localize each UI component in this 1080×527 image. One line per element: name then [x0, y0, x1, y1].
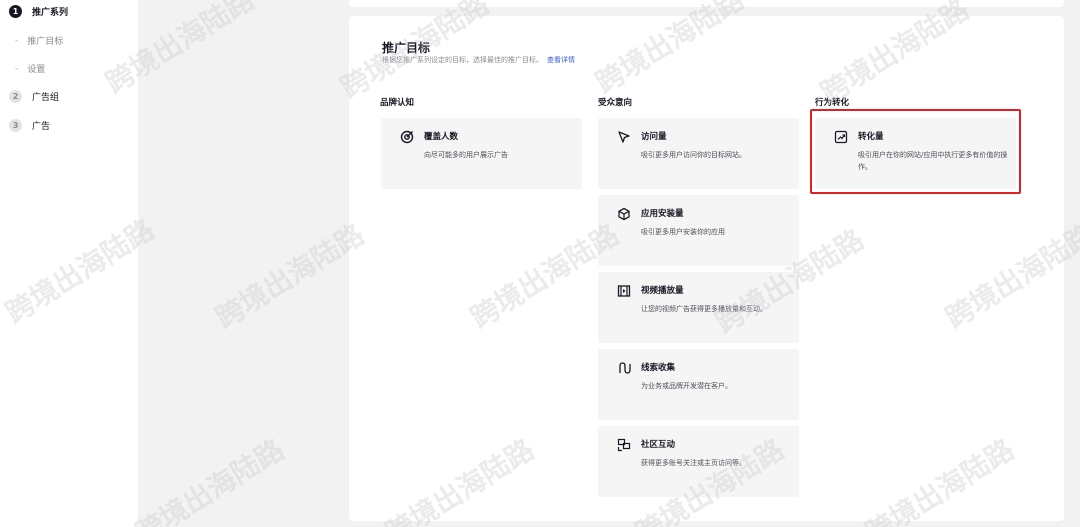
trend-up-icon	[834, 130, 848, 144]
column-heading-consideration: 受众意向	[598, 98, 633, 108]
objective-name: 访问量	[641, 132, 667, 142]
column-heading-awareness: 品牌认知	[380, 98, 415, 108]
target-icon	[400, 130, 414, 144]
step-number: 2	[9, 90, 22, 103]
objective-traffic[interactable]: 访问量 吸引更多用户访问你的目标网站。	[598, 118, 799, 189]
objective-video-views[interactable]: 视频播放量 让您的视频广告获得更多播放量和互动。	[598, 272, 799, 343]
previous-card	[349, 0, 1064, 7]
cursor-arrow-icon	[618, 131, 630, 143]
page-title: 推广目标	[382, 41, 431, 55]
subtitle-text: 根据您推广系列设定的目标，选择最佳的推广目标。	[382, 56, 543, 64]
film-icon	[617, 285, 631, 297]
sidebar-item-settings[interactable]: - 设置	[15, 62, 46, 76]
step-number: 1	[9, 5, 22, 18]
column-heading-conversion: 行为转化	[815, 98, 850, 108]
objective-conversions[interactable]: 转化量 吸引用户在你的网站/应用中执行更多有价值的操作。	[815, 118, 1016, 189]
objective-card: 推广目标 根据您推广系列设定的目标，选择最佳的推广目标。 查看详情 品牌认知 受众…	[349, 16, 1064, 521]
objective-desc: 为业务或品牌开发潜在客户。	[641, 382, 732, 390]
objective-desc: 获得更多账号关注或主页访问等。	[641, 459, 746, 467]
path-icon	[619, 362, 631, 374]
objective-name: 应用安装量	[641, 209, 684, 219]
step-label: 推广系列	[32, 8, 69, 18]
dash: -	[15, 35, 19, 46]
learn-more-link[interactable]: 查看详情	[547, 56, 575, 64]
step-label: 广告	[32, 122, 51, 132]
objective-name: 社区互动	[641, 440, 676, 450]
watermark: 跨境出海陆路	[209, 217, 370, 335]
cube-icon	[618, 207, 630, 221]
sidebar-item-label: 设置	[27, 65, 46, 75]
objective-community-interaction[interactable]: 社区互动 获得更多账号关注或主页访问等。	[598, 426, 799, 497]
community-icon	[617, 438, 631, 452]
page-subtitle: 根据您推广系列设定的目标，选择最佳的推广目标。 查看详情	[382, 55, 575, 65]
objective-lead-generation[interactable]: 线索收集 为业务或品牌开发潜在客户。	[598, 349, 799, 420]
objective-name: 覆盖人数	[424, 132, 459, 142]
objective-desc: 吸引更多用户安装你的应用	[641, 228, 725, 236]
objective-desc: 吸引用户在你的网站/应用中执行更多有价值的操作。	[858, 151, 1008, 171]
step-label: 广告组	[32, 93, 60, 103]
step-campaign[interactable]: 1 推广系列	[9, 5, 68, 18]
objective-reach[interactable]: 覆盖人数 向尽可能多的用户展示广告	[381, 118, 582, 189]
objective-name: 转化量	[858, 132, 884, 142]
step-number: 3	[9, 119, 22, 132]
objective-name: 视频播放量	[641, 286, 684, 296]
sidebar: 1 推广系列 - 推广目标 - 设置 2 广告组 3 广告	[0, 0, 138, 527]
objective-desc: 让您的视频广告获得更多播放量和互动。	[641, 305, 767, 313]
step-ad[interactable]: 3 广告	[9, 119, 50, 132]
sidebar-item-label: 推广目标	[27, 37, 64, 47]
objective-desc: 向尽可能多的用户展示广告	[424, 151, 508, 159]
objective-app-install[interactable]: 应用安装量 吸引更多用户安装你的应用	[598, 195, 799, 266]
objective-name: 线索收集	[641, 363, 676, 373]
objective-desc: 吸引更多用户访问你的目标网站。	[641, 151, 746, 159]
sidebar-item-objective[interactable]: - 推广目标	[15, 34, 64, 48]
dash: -	[15, 63, 19, 74]
watermark: 跨境出海陆路	[129, 432, 290, 527]
step-ad-group[interactable]: 2 广告组	[9, 90, 59, 103]
